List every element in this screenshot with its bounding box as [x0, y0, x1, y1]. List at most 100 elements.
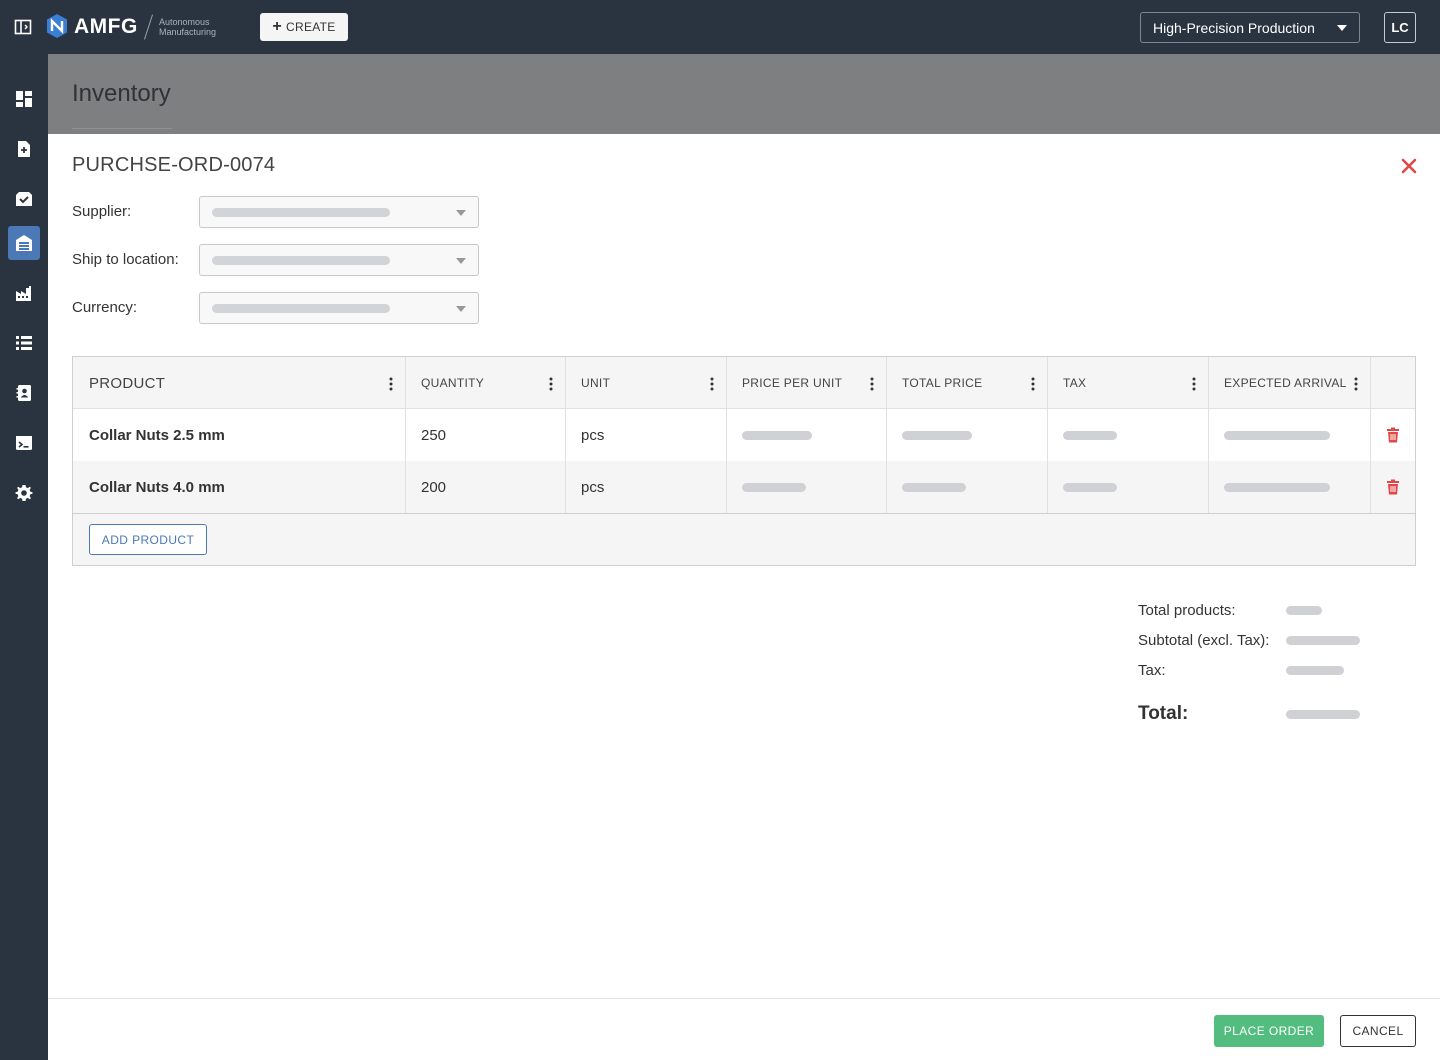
panel-toggle-icon[interactable]	[14, 18, 32, 36]
loading-placeholder	[902, 482, 966, 492]
quantity-cell[interactable]: 200	[405, 461, 565, 513]
loading-placeholder	[212, 208, 390, 217]
expected-arrival-cell	[1208, 409, 1370, 461]
column-header-tax[interactable]: TAX	[1047, 357, 1208, 409]
logo-subtitle: Autonomous Manufacturing	[159, 17, 216, 37]
sidebar-item-settings[interactable]	[8, 476, 40, 510]
sidebar-item-inventory[interactable]	[8, 226, 40, 260]
tax-label: Tax:	[1138, 662, 1166, 679]
expected-arrival-cell	[1208, 461, 1370, 513]
column-header-quantity[interactable]: QUANTITY	[405, 357, 565, 409]
purchase-order-modal: PURCHSE-ORD-0074 Supplier: Ship to locat…	[48, 134, 1440, 1060]
sidebar-item-approvals[interactable]	[8, 182, 40, 216]
price-per-unit-cell	[726, 409, 886, 461]
column-header-expected-arrival[interactable]: EXPECTED ARRIVAL	[1208, 357, 1370, 409]
contacts-icon	[16, 385, 31, 401]
kebab-menu-icon[interactable]	[870, 377, 874, 391]
loading-placeholder	[1224, 430, 1330, 440]
close-icon[interactable]	[1400, 157, 1418, 175]
total-price-cell	[886, 461, 1047, 513]
total-products-label: Total products:	[1138, 602, 1236, 619]
column-divider	[726, 357, 727, 513]
tax-cell	[1047, 461, 1208, 513]
column-header-label: PRODUCT	[89, 374, 166, 392]
logo-subtitle-line-1: Autonomous	[159, 17, 210, 27]
table-header: PRODUCT QUANTITY UNIT PRICE PER UNIT TOT…	[73, 357, 1415, 409]
cancel-button[interactable]: CANCEL	[1340, 1015, 1416, 1047]
caret-down-icon	[456, 258, 466, 264]
loading-placeholder	[212, 256, 390, 265]
sidebar-item-contacts[interactable]	[8, 376, 40, 410]
sidebar-item-orders[interactable]	[8, 326, 40, 360]
table-row: Collar Nuts 4.0 mm 200 pcs	[73, 461, 1415, 513]
sidebar-item-new-document[interactable]	[8, 132, 40, 166]
supplier-label: Supplier:	[72, 203, 132, 220]
logo-icon	[47, 14, 67, 38]
logo-text: AMFG	[74, 15, 138, 38]
user-avatar[interactable]: LC	[1384, 12, 1416, 43]
new-file-icon	[18, 141, 30, 157]
supplier-select[interactable]	[199, 196, 479, 228]
logo-divider	[144, 14, 153, 40]
modal-title: PURCHSE-ORD-0074	[72, 154, 276, 176]
column-header-label: TAX	[1063, 376, 1087, 390]
inbox-check-icon	[16, 192, 32, 206]
caret-down-icon	[456, 306, 466, 312]
dashboard-icon	[16, 91, 32, 107]
sidebar-item-production[interactable]	[8, 276, 40, 310]
sidebar-item-console[interactable]	[8, 426, 40, 460]
kebab-menu-icon[interactable]	[1192, 377, 1196, 391]
kebab-menu-icon[interactable]	[1354, 377, 1358, 391]
loading-placeholder	[1224, 482, 1330, 492]
column-header-label: UNIT	[581, 376, 611, 390]
loading-placeholder	[742, 430, 812, 440]
place-order-button[interactable]: PLACE ORDER	[1214, 1015, 1324, 1047]
page-background: Inventory	[48, 54, 1440, 134]
workspace-select-value: High-Precision Production	[1153, 19, 1315, 36]
modal-footer: PLACE ORDER CANCEL	[48, 998, 1440, 1060]
column-divider	[1208, 357, 1209, 513]
product-cell: Collar Nuts 2.5 mm	[89, 426, 225, 444]
create-button[interactable]: + CREATE	[260, 13, 348, 41]
product-table: Collar Nuts 2.5 mm 250 pcs Collar Nuts 4…	[72, 356, 1416, 566]
top-bar: AMFG Autonomous Manufacturing + CREATE H…	[0, 0, 1440, 54]
loading-placeholder	[902, 430, 972, 440]
column-divider	[886, 357, 887, 513]
total-price-cell	[886, 409, 1047, 461]
column-header-unit[interactable]: UNIT	[565, 357, 726, 409]
loading-placeholder	[1063, 430, 1117, 440]
column-header-total-price[interactable]: TOTAL PRICE	[886, 357, 1047, 409]
total-value	[1286, 710, 1360, 719]
table-footer: ADD PRODUCT	[73, 513, 1415, 565]
kebab-menu-icon[interactable]	[1031, 377, 1035, 391]
workspace-select[interactable]: High-Precision Production	[1140, 12, 1360, 43]
terminal-icon	[16, 436, 32, 450]
kebab-menu-icon[interactable]	[710, 377, 714, 391]
kebab-menu-icon[interactable]	[549, 377, 553, 391]
list-icon	[16, 336, 32, 350]
loading-placeholder	[212, 304, 390, 313]
unit-cell: pcs	[581, 478, 605, 496]
caret-down-icon	[1337, 25, 1347, 31]
create-button-label: CREATE	[286, 20, 336, 34]
gear-icon	[15, 485, 33, 501]
trash-icon[interactable]	[1386, 479, 1400, 495]
subtotal-label: Subtotal (excl. Tax):	[1138, 632, 1270, 649]
subtotal-value	[1286, 636, 1360, 645]
kebab-menu-icon[interactable]	[389, 377, 393, 391]
column-header-price-per-unit[interactable]: PRICE PER UNIT	[726, 357, 886, 409]
ship-to-location-select[interactable]	[199, 244, 479, 276]
currency-label: Currency:	[72, 299, 138, 316]
currency-select[interactable]	[199, 292, 479, 324]
sidebar-item-dashboard[interactable]	[8, 82, 40, 116]
product-cell: Collar Nuts 4.0 mm	[89, 478, 225, 496]
trash-icon[interactable]	[1386, 427, 1400, 443]
factory-icon	[16, 286, 31, 301]
column-header-product[interactable]: PRODUCT	[73, 357, 405, 409]
total-label: Total:	[1138, 703, 1189, 724]
quantity-cell[interactable]: 250	[405, 409, 565, 461]
caret-down-icon	[456, 210, 466, 216]
unit-cell: pcs	[581, 426, 605, 444]
add-product-button[interactable]: ADD PRODUCT	[89, 524, 207, 555]
table-row: Collar Nuts 2.5 mm 250 pcs	[73, 409, 1415, 461]
